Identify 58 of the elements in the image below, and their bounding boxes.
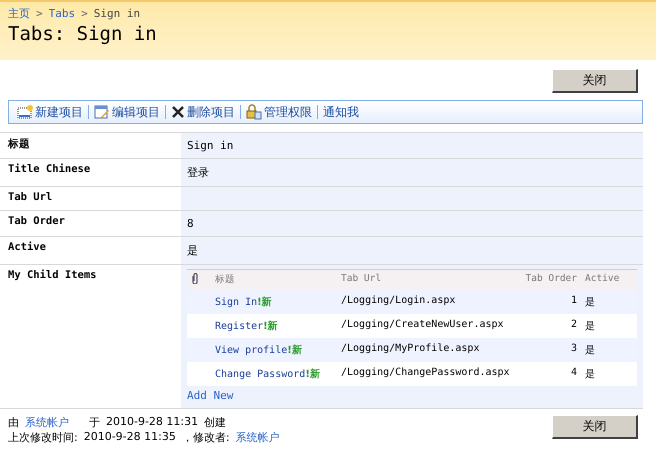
breadcrumb-link[interactable]: Sign in	[94, 7, 140, 20]
column-header[interactable]: Active	[581, 270, 637, 290]
field-label: My Child Items	[7, 268, 98, 283]
table-cell: /Logging/ChangePassword.aspx	[341, 367, 510, 378]
table-cell: 2	[570, 319, 577, 330]
close-button[interactable]: 关闭	[552, 415, 638, 439]
field-value: 是	[181, 237, 643, 264]
user-link[interactable]: 系统帐户	[25, 415, 69, 430]
table-cell: /Logging/Login.aspx	[341, 295, 456, 306]
table-cell: /Logging/CreateNewUser.aspx	[341, 319, 504, 330]
toolbar-button[interactable]: 通知我	[318, 104, 364, 120]
column-header[interactable]: Tab Url	[337, 270, 503, 290]
column-header[interactable]: Tab Order	[503, 270, 581, 290]
attachment-icon	[191, 273, 199, 284]
table-cell: 是	[585, 345, 595, 356]
item-title-link[interactable]: Register!新	[215, 321, 278, 332]
page-title: Tabs: Sign in	[8, 23, 158, 45]
field-label: Active	[7, 240, 47, 255]
toolbar-button[interactable]: 新建项目	[12, 104, 88, 120]
delete-icon	[171, 105, 185, 119]
add-new-link[interactable]: Add New	[187, 389, 234, 402]
edit-item-icon	[94, 104, 110, 120]
table-cell: 1	[570, 295, 577, 306]
field-value: 8	[181, 211, 643, 236]
table-cell: 3	[570, 343, 577, 354]
field-label: Tab Order	[7, 214, 66, 229]
column-header[interactable]: 标题	[211, 270, 337, 290]
lock-icon	[246, 104, 262, 120]
breadcrumb-link[interactable]: Tabs	[48, 7, 76, 20]
table-cell: 是	[585, 321, 595, 332]
table-cell: 是	[585, 369, 595, 380]
table-cell: 是	[585, 297, 595, 308]
toolbar-button[interactable]: 删除项目	[166, 104, 240, 120]
toolbar-button[interactable]: 管理权限	[241, 104, 317, 120]
breadcrumb-link[interactable]: 主页	[8, 6, 30, 21]
field-label: Tab Url	[7, 190, 54, 205]
footer-text: 由	[8, 415, 19, 430]
user-link[interactable]: 系统帐户	[236, 430, 280, 445]
footer-text: 2010-9-28 11:31	[106, 415, 198, 430]
item-title-link[interactable]: Change Password!新	[215, 369, 320, 380]
footer-text: 于	[89, 415, 100, 430]
item-title-link[interactable]: Sign In!新	[215, 297, 272, 308]
footer-text: 上次修改时间:	[8, 430, 78, 445]
table-cell: /Logging/MyProfile.aspx	[341, 343, 480, 354]
field-value: Sign in	[181, 133, 643, 158]
field-value: 登录	[181, 159, 643, 186]
footer-text: 2010-9-28 11:35	[84, 430, 176, 445]
close-button[interactable]: 关闭	[552, 69, 638, 93]
toolbar-button[interactable]: 编辑项目	[89, 104, 165, 120]
table-cell: 4	[570, 367, 577, 378]
footer-text: ，修改者:	[182, 430, 230, 445]
breadcrumb-separator: >	[36, 7, 43, 20]
field-label: Title Chinese	[7, 162, 92, 177]
new-item-icon	[17, 104, 33, 120]
breadcrumb-separator: >	[81, 7, 88, 20]
footer-text: 创建	[204, 415, 226, 430]
item-title-link[interactable]: View profile!新	[215, 345, 302, 356]
field-label: 标题	[6, 137, 31, 152]
